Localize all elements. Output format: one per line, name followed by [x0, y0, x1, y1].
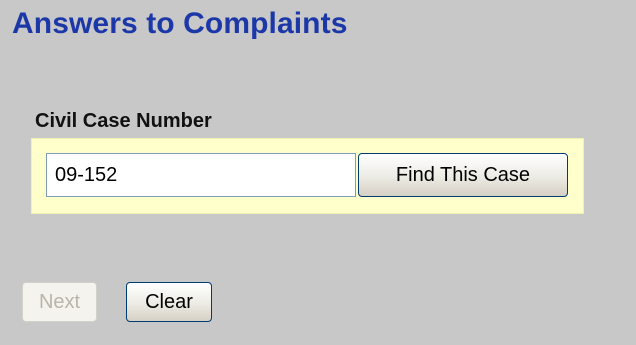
case-search-box: Find This Case [31, 138, 584, 214]
clear-button[interactable]: Clear [126, 282, 212, 322]
page-background: Answers to Complaints Civil Case Number … [0, 0, 636, 345]
page-title: Answers to Complaints [12, 7, 348, 40]
civil-case-number-label: Civil Case Number [35, 110, 212, 132]
find-this-case-button[interactable]: Find This Case [358, 153, 568, 197]
next-button: Next [22, 282, 97, 322]
case-number-input[interactable] [46, 153, 356, 197]
